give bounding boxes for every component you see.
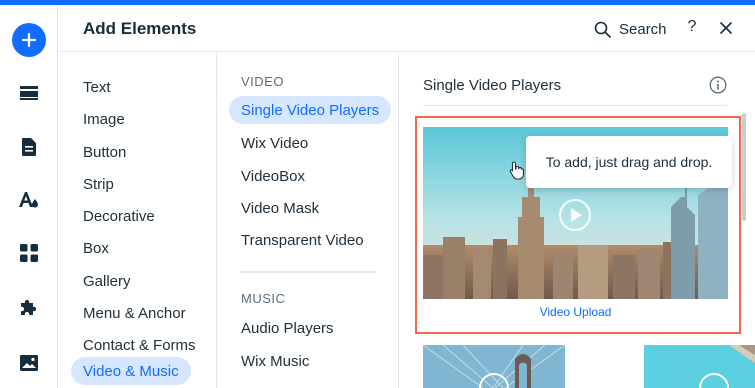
sub-wix-video[interactable]: Wix Video: [229, 129, 320, 157]
sub-audio-players[interactable]: Audio Players: [229, 314, 346, 342]
sub-single-video-players[interactable]: Single Video Players: [229, 96, 392, 124]
content-title: Single Video Players: [423, 77, 562, 94]
pages-icon: [21, 138, 36, 156]
video-thumbnail-tower[interactable]: [644, 345, 755, 388]
category-contact-forms[interactable]: Contact & Forms: [71, 331, 208, 359]
media-button[interactable]: [0, 343, 57, 383]
category-button[interactable]: Button: [71, 138, 138, 166]
panel-header: Add Elements Search ?: [59, 5, 755, 52]
subcategory-list: VIDEO Single Video Players Wix Video Vid…: [217, 53, 399, 388]
add-elements-panel: Add Elements Search ? Text Image Button …: [59, 5, 755, 388]
business-button[interactable]: [0, 288, 57, 328]
content-divider: [423, 105, 727, 106]
category-strip[interactable]: Strip: [71, 170, 126, 198]
search-button[interactable]: Search: [594, 18, 667, 40]
scrollbar[interactable]: [742, 113, 746, 221]
sub-wix-music[interactable]: Wix Music: [229, 347, 321, 375]
media-icon: [19, 355, 38, 371]
category-menu-anchor[interactable]: Menu & Anchor: [71, 299, 198, 327]
section-title-music: MUSIC: [241, 291, 286, 306]
sections-button[interactable]: [0, 73, 57, 113]
category-text[interactable]: Text: [71, 73, 123, 101]
drag-tooltip: To add, just drag and drop.: [526, 136, 732, 188]
add-elements-button[interactable]: [0, 20, 57, 60]
section-divider: [241, 271, 375, 273]
section-title-video: VIDEO: [241, 74, 284, 89]
search-icon: [594, 21, 611, 38]
left-toolbar: [0, 5, 58, 388]
puzzle-icon: [20, 299, 36, 315]
category-decorative[interactable]: Decorative: [71, 202, 167, 230]
hand-cursor-icon: [509, 161, 525, 180]
pages-button[interactable]: [0, 127, 57, 167]
category-gallery[interactable]: Gallery: [71, 267, 143, 295]
video-upload-caption: Video Upload: [539, 305, 612, 319]
apps-icon: [19, 244, 38, 262]
design-button[interactable]: [0, 180, 57, 220]
sub-video-mask[interactable]: Video Mask: [229, 194, 331, 222]
apps-button[interactable]: [0, 233, 57, 273]
sub-videobox[interactable]: VideoBox: [229, 162, 317, 190]
add-icon: [11, 23, 46, 57]
video-thumbnail-bridge[interactable]: [423, 345, 565, 388]
design-icon: [18, 192, 38, 208]
info-icon[interactable]: [709, 76, 727, 94]
sub-transparent-video[interactable]: Transparent Video: [229, 226, 376, 254]
search-label: Search: [619, 20, 667, 38]
category-list: Text Image Button Strip Decorative Box G…: [59, 53, 217, 388]
category-box[interactable]: Box: [71, 234, 121, 262]
category-video-music[interactable]: Video & Music: [71, 357, 191, 385]
sections-icon: [19, 86, 38, 100]
element-preview-area: Single Video Players Video Upload To add…: [400, 53, 755, 388]
category-image[interactable]: Image: [71, 105, 137, 133]
help-button[interactable]: ?: [684, 18, 700, 36]
close-icon[interactable]: [718, 20, 734, 36]
panel-title: Add Elements: [83, 19, 197, 38]
